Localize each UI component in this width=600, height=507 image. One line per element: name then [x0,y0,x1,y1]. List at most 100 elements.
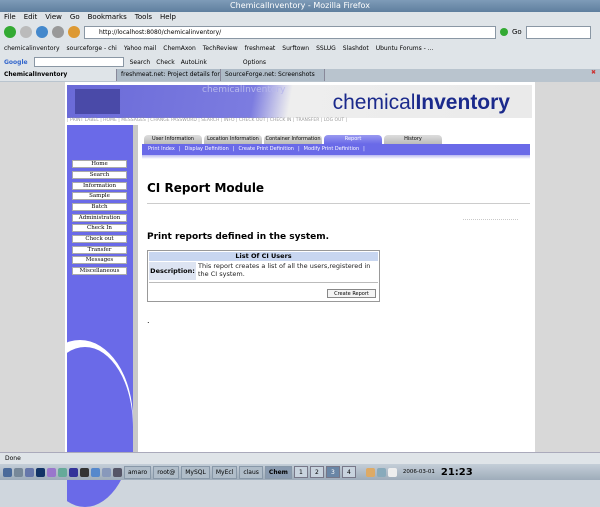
bookmark[interactable]: Yahoo mail [124,45,156,52]
bookmark[interactable]: Ubuntu Forums - ... [376,45,434,52]
window-title: ChemicalInventory - Mozilla Firefox [230,1,370,10]
menu-go[interactable]: Go [70,12,80,23]
sidebar-check-in[interactable]: Check In [72,224,127,232]
tray-icon[interactable] [365,467,375,477]
bookmark[interactable]: Surftown [282,45,309,52]
sidebar-home[interactable]: Home [72,160,127,168]
close-tab-icon[interactable]: ✖ [591,69,596,82]
window-title-bar: ChemicalInventory - Mozilla Firefox [0,0,600,12]
url-input[interactable]: http://localhost:8080/chemicalinventory/ [84,25,496,39]
go-icon [500,28,508,36]
terminal-icon[interactable] [80,467,89,477]
sidebar-transfer[interactable]: Transfer [72,246,127,254]
sidebar-check-out[interactable]: Check out [72,235,127,243]
task-button[interactable]: claus [239,465,263,479]
desktop-2[interactable]: 2 [309,466,324,478]
browser-tab-freshmeat[interactable]: freshmeat.net: Project details for... [117,69,221,81]
task-button-active[interactable]: Chem [264,465,292,479]
site-banner: chemicalInventory chemicalInventory [67,85,532,118]
bookmarks-toolbar: chemicalinventory sourceforge - chi Yaho… [0,41,600,55]
google-search-input[interactable] [33,57,124,67]
reload-icon[interactable] [36,26,48,38]
go-button[interactable]: Go [512,28,522,36]
report-name: List Of CI Users [149,252,378,261]
top-links[interactable]: | PRINT LABEL | HOME | MESSAGES | CHANGE… [67,118,347,123]
launcher-icon[interactable] [113,467,122,477]
browser-tab-sourceforge[interactable]: SourceForge.net: Screenshots [221,69,325,81]
sidebar-messages[interactable]: Messages [72,256,127,264]
kde-menu-icon[interactable] [3,467,12,477]
volume-icon[interactable] [376,467,386,477]
tab-history[interactable]: History [384,135,442,144]
subnav-fade [142,155,530,159]
launcher-icon[interactable] [47,467,56,477]
desktop-4[interactable]: 4 [341,466,356,478]
launcher-icon[interactable] [91,467,100,477]
tab-report[interactable]: Report [324,135,382,144]
menu-help[interactable]: Help [160,12,176,23]
sidebar-sample[interactable]: Sample [72,192,127,200]
sidebar-miscellaneous[interactable]: Miscellaneous [72,267,127,275]
tab-container-information[interactable]: Container Information [264,135,322,144]
section-heading: Print reports defined in the system. [147,232,330,242]
browser-tab-chemicalinventory[interactable]: ChemicalInventory [0,69,117,81]
task-button[interactable]: MySQL [181,465,210,479]
create-report-button[interactable]: Create Report [327,289,376,298]
home-icon[interactable] [68,26,80,38]
options-button[interactable]: Options [243,59,266,66]
bookmark[interactable]: TechReview [203,45,238,52]
sidebar-search[interactable]: Search [72,171,127,179]
tab-user-information[interactable]: User Information [144,135,202,144]
search-input[interactable] [525,25,591,39]
launcher-icon[interactable] [58,467,67,477]
launcher-icon[interactable] [14,467,23,477]
menu-bookmarks[interactable]: Bookmarks [88,12,127,23]
menu-edit[interactable]: Edit [24,12,38,23]
scrollbar[interactable] [535,82,543,452]
task-button[interactable]: amaro [124,465,152,479]
task-button[interactable]: root@ [153,465,180,479]
page-title: CI Report Module [147,181,265,195]
menu-view[interactable]: View [45,12,62,23]
subnav-create-print-definition[interactable]: Create Print Definition [238,144,294,155]
bookmark[interactable]: ChemAxon [163,45,195,52]
stop-icon[interactable] [52,26,64,38]
bookmark[interactable]: SSLUG [316,45,336,52]
check-button[interactable]: Check [156,59,174,66]
task-button[interactable]: MyEcl [211,465,238,479]
menu-tools[interactable]: Tools [135,12,152,23]
forward-icon[interactable] [20,26,32,38]
tab-location-information[interactable]: Location Information [204,135,262,144]
divider [149,282,378,283]
bookmark[interactable]: freshmeat [245,45,276,52]
footer-dot: . [147,316,150,325]
back-icon[interactable] [4,26,16,38]
desktop-3[interactable]: 3 [325,466,340,478]
divider [147,203,530,204]
launcher-icon[interactable] [25,467,34,477]
bookmark[interactable]: chemicalinventory [4,45,60,52]
subnav-modify-print-definition[interactable]: Modify Print Definition [304,144,359,155]
autolink-button[interactable]: AutoLink [181,59,207,66]
sidebar: Home Search Information Sample Batch Adm… [67,125,133,507]
subnav-display-definition[interactable]: Display Definition [185,144,229,155]
menu-file[interactable]: File [4,12,16,23]
launcher-icon[interactable] [102,467,111,477]
browser-launcher-icon[interactable] [36,467,45,477]
subnav-print-index[interactable]: Print Index [148,144,175,155]
bookmark[interactable]: sourceforge - chi [67,45,117,52]
google-toolbar: Google Search Check AutoLink Options [0,55,600,69]
menu-bar: File Edit View Go Bookmarks Tools Help [0,12,600,23]
tray-icon[interactable] [387,467,397,477]
desktop-1[interactable]: 1 [293,466,308,478]
google-logo[interactable]: Google [4,59,28,66]
launcher-icon[interactable] [69,467,78,477]
sidebar-administration[interactable]: Administration [72,214,127,222]
google-search-button[interactable]: Search [130,59,151,66]
page-container: chemicalInventory chemicalInventory | PR… [65,82,535,507]
logo-regular: chemical [332,91,416,114]
sidebar-batch[interactable]: Batch [72,203,127,211]
status-bar: Done [0,452,600,464]
bookmark[interactable]: Slashdot [343,45,369,52]
sidebar-information[interactable]: Information [72,182,127,190]
